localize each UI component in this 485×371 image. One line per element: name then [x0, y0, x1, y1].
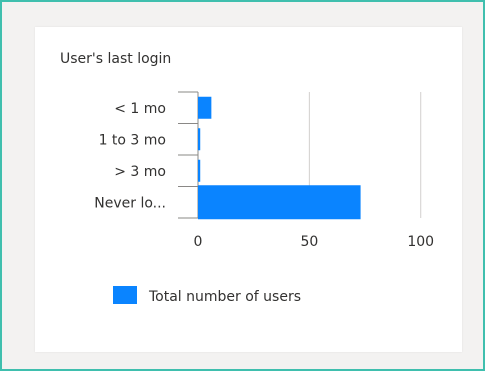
x-tick-label: 100: [407, 234, 434, 250]
tick-labels: 0 50 100: [194, 234, 435, 250]
category-label: 1 to 3 mo: [99, 132, 166, 148]
category-label: Never lo...: [94, 195, 166, 211]
category-labels: < 1 mo 1 to 3 mo > 3 mo Never lo...: [94, 101, 166, 212]
legend-swatch: [113, 286, 137, 304]
legend[interactable]: Total number of users: [113, 286, 301, 305]
category-label: > 3 mo: [114, 164, 166, 180]
bar-1[interactable]: [198, 128, 201, 151]
bar-3[interactable]: [198, 185, 361, 220]
x-tick-label: 0: [194, 234, 203, 250]
bar-2[interactable]: [198, 159, 201, 182]
legend-label[interactable]: Total number of users: [148, 289, 301, 305]
x-tick-label: 50: [300, 234, 318, 250]
category-label: < 1 mo: [114, 101, 166, 117]
bars: [198, 96, 361, 220]
bar-0[interactable]: [198, 96, 212, 119]
axis: [178, 91, 199, 219]
bar-chart: < 1 mo1 to 3 mo> 3 moNever lo... 0 50 100 …: [94, 91, 435, 305]
